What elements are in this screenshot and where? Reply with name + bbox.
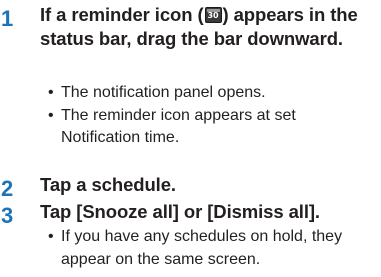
step-title: If a reminder icon (30) appears in the s… (40, 3, 378, 51)
step-title: Tap [Snooze all] or [Dismiss all]. (40, 201, 320, 222)
step-title: Tap a schedule. (40, 174, 176, 195)
step-bullet-list: • If you have any schedules on hold, they… (48, 226, 378, 271)
step-number: 3 (1, 203, 14, 228)
bullet-text: The notification panel opens. (61, 84, 266, 101)
step-title-text: If a reminder icon ( (40, 4, 204, 25)
list-item: • The reminder icon appears at set Notifi… (48, 105, 378, 150)
step-number: 1 (1, 6, 14, 31)
reminder-calendar-icon: 30 (204, 7, 222, 23)
bullet-text: The reminder icon appears at set Notific… (61, 106, 296, 147)
bullet-text: If you have any schedules on hold, they … (61, 228, 343, 268)
bullet-glyph: • (48, 106, 54, 124)
list-item: • If you have any schedules on hold, they… (48, 226, 378, 271)
bullet-glyph: • (48, 84, 54, 101)
calendar-icon-number: 30 (207, 11, 219, 20)
step-number: 2 (1, 176, 14, 201)
list-item: • The notification panel opens. (48, 82, 378, 105)
step-bullet-list: • The notification panel opens. • The remi… (48, 82, 378, 150)
bullet-glyph: • (48, 228, 54, 245)
